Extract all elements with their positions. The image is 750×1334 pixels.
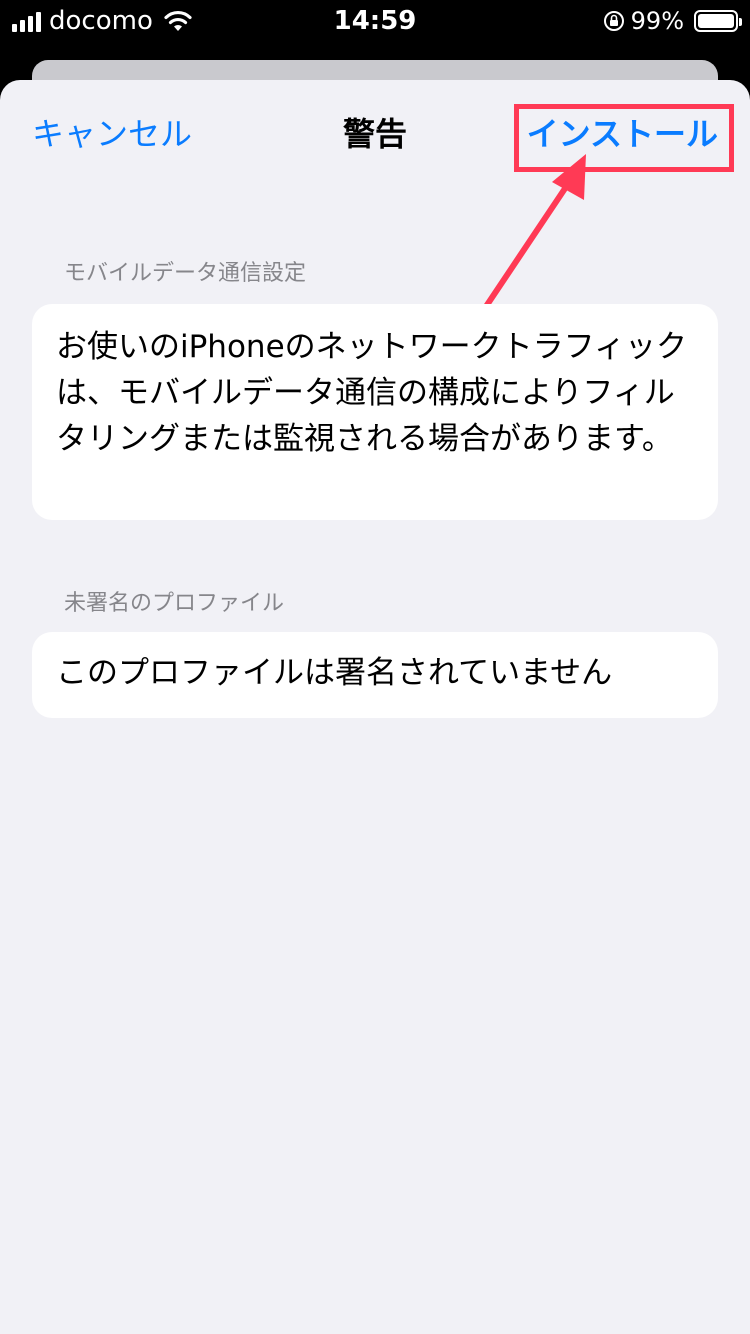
unsigned-profile-card: このプロファイルは署名されていません bbox=[32, 632, 718, 718]
warning-sheet: キャンセル 警告 インストール モバイルデータ通信設定 お使いのiPhoneのネ… bbox=[0, 80, 750, 1334]
rotation-lock-icon bbox=[603, 11, 624, 31]
status-bar: docomo 14:59 99% bbox=[0, 0, 750, 44]
status-right: 99% bbox=[603, 7, 742, 35]
unsigned-profile-text: このプロファイルは署名されていません bbox=[56, 655, 613, 691]
highlight-box bbox=[514, 104, 734, 172]
section-header-unsigned-profile: 未署名のプロファイル bbox=[64, 591, 285, 616]
section-header-mobile-data: モバイルデータ通信設定 bbox=[64, 261, 307, 286]
battery-percent: 99% bbox=[630, 7, 684, 35]
mobile-data-card: お使いのiPhoneのネットワークトラフィックは、モバイルデータ通信の構成により… bbox=[32, 304, 718, 520]
mobile-data-warning-text: お使いのiPhoneのネットワークトラフィックは、モバイルデータ通信の構成により… bbox=[56, 329, 688, 457]
battery-icon bbox=[694, 10, 742, 32]
navigation-bar: キャンセル 警告 インストール bbox=[0, 80, 750, 190]
